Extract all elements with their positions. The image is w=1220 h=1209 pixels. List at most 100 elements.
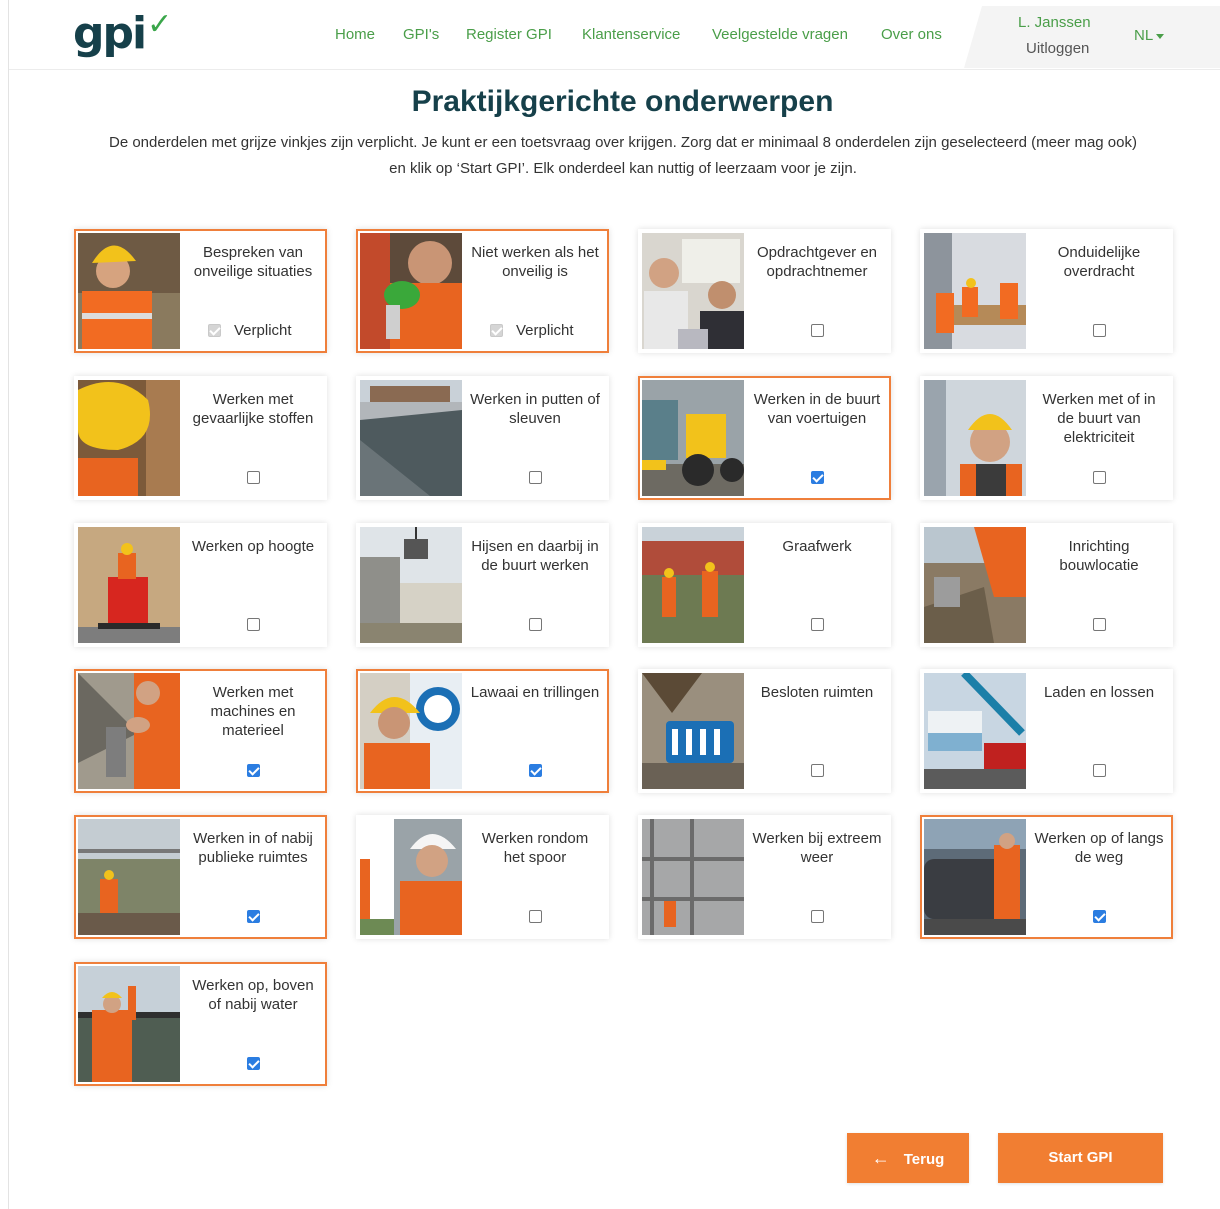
topic-card[interactable]: Werken in de buurt van voertuigen (638, 376, 891, 500)
nav-klantenservice[interactable]: Klantenservice (582, 26, 680, 43)
topic-label: Onduidelijke overdracht (1057, 244, 1141, 280)
back-button[interactable]: ← Terug (847, 1133, 969, 1183)
topic-checkbox[interactable] (811, 471, 824, 484)
arrow-left-icon: ← (871, 1148, 890, 1168)
topic-label: Werken rondom het spoor (481, 830, 589, 866)
topic-card[interactable]: Werken met machines en materieel (74, 669, 327, 793)
topic-photo (360, 527, 462, 643)
topic-photo (78, 233, 180, 349)
chevron-down-icon (1156, 33, 1165, 39)
topic-photo (642, 527, 744, 643)
required-checkbox (208, 324, 221, 337)
topic-photo (360, 233, 462, 349)
topic-checkbox[interactable] (1093, 618, 1106, 631)
topic-card[interactable]: Werken met of in de buurt van elektricit… (920, 376, 1173, 500)
topic-card[interactable]: Inrichting bouwlocatie (920, 523, 1173, 647)
topic-label: Werken op hoogte (191, 538, 315, 555)
topic-checkbox[interactable] (529, 618, 542, 631)
topic-card[interactable]: Werken op hoogte (74, 523, 327, 647)
topic-card[interactable]: Graafwerk (638, 523, 891, 647)
topic-checkbox[interactable] (1093, 910, 1106, 923)
topic-photo (924, 819, 1026, 935)
topic-card[interactable]: Werken op, boven of nabij water (74, 962, 327, 1086)
start-gpi-button[interactable]: Start GPI (998, 1133, 1163, 1183)
topic-label: Werken met machines en materieel (210, 684, 296, 739)
topic-label: Besloten ruimten (760, 684, 874, 701)
topic-checkbox[interactable] (811, 324, 824, 337)
topic-checkbox[interactable] (529, 764, 542, 777)
topic-card[interactable]: Besloten ruimten (638, 669, 891, 793)
logout-link[interactable]: Uitloggen (1026, 40, 1089, 57)
required-checkbox (490, 324, 503, 337)
topic-photo (360, 819, 462, 935)
topic-checkbox[interactable] (529, 910, 542, 923)
user-panel: L. Janssen Uitloggen NL (964, 6, 1220, 68)
topic-photo (360, 673, 462, 789)
topic-card[interactable]: Niet werken als het onveilig is Verplich… (356, 229, 609, 353)
topic-label: Werken met of in de buurt van elektricit… (1042, 391, 1156, 446)
topic-label: Opdrachtgever en opdrachtnemer (756, 244, 878, 280)
topic-checkbox[interactable] (1093, 471, 1106, 484)
nav-home[interactable]: Home (335, 26, 375, 43)
topic-checkbox[interactable] (247, 1057, 260, 1070)
page-title: Praktijkgerichte onderwerpen (411, 85, 834, 118)
nav-gpis[interactable]: GPI's (403, 26, 439, 43)
language-dropdown[interactable]: NL (1134, 27, 1165, 44)
topic-card[interactable]: Werken bij extreem weer (638, 815, 891, 939)
topic-card[interactable]: Werken in of nabij publieke ruimtes (74, 815, 327, 939)
topic-checkbox[interactable] (1093, 324, 1106, 337)
topic-checkbox[interactable] (247, 910, 260, 923)
topic-card[interactable]: Werken in putten of sleuven (356, 376, 609, 500)
topic-label: Werken op, boven of nabij water (192, 977, 314, 1013)
topic-checkbox[interactable] (247, 471, 260, 484)
topic-label: Werken met gevaarlijke stoffen (192, 391, 314, 427)
topic-label: Bespreken van onveilige situaties (193, 244, 313, 280)
topic-card[interactable]: Onduidelijke overdracht (920, 229, 1173, 353)
topic-card[interactable]: Werken met gevaarlijke stoffen (74, 376, 327, 500)
topic-card[interactable]: Lawaai en trillingen (356, 669, 609, 793)
topic-label: Niet werken als het onveilig is (471, 244, 599, 280)
nav-register-gpi[interactable]: Register GPI (466, 26, 552, 43)
gpi-logo[interactable]: gpi✓ (73, 6, 172, 67)
topic-label: Werken in of nabij publieke ruimtes (193, 830, 313, 866)
site-header: gpi✓ Home GPI's Register GPI Klantenserv… (9, 0, 1220, 70)
topic-label: Hijsen en daarbij in de buurt werken (471, 538, 599, 574)
topic-checkbox[interactable] (247, 764, 260, 777)
logo-check-icon: ✓ (147, 7, 172, 42)
topic-checkbox[interactable] (529, 471, 542, 484)
required-label: Verplicht (234, 322, 292, 339)
start-gpi-label: Start GPI (1048, 1149, 1113, 1166)
topic-label: Werken bij extreem weer (752, 830, 882, 866)
back-button-label: Terug (903, 1151, 945, 1168)
nav-over-ons[interactable]: Over ons (881, 26, 942, 43)
topic-card[interactable]: Bespreken van onveilige situaties Verpli… (74, 229, 327, 353)
topic-photo (924, 380, 1026, 496)
topic-card[interactable]: Hijsen en daarbij in de buurt werken (356, 523, 609, 647)
topic-checkbox[interactable] (811, 910, 824, 923)
topic-label: Werken in de buurt van voertuigen (753, 391, 881, 427)
topic-photo (78, 966, 180, 1082)
topic-photo (78, 673, 180, 789)
topic-card[interactable]: Werken rondom het spoor (356, 815, 609, 939)
topic-checkbox[interactable] (247, 618, 260, 631)
topic-card[interactable]: Laden en lossen (920, 669, 1173, 793)
topic-checkbox[interactable] (811, 618, 824, 631)
topic-checkbox[interactable] (811, 764, 824, 777)
topic-photo (924, 673, 1026, 789)
user-name[interactable]: L. Janssen (1018, 14, 1091, 31)
topic-card[interactable]: Werken op of langs de weg (920, 815, 1173, 939)
intro-line-2: en klik op ‘Start GPI’. Elk onderdeel ka… (389, 160, 857, 177)
topic-label: Inrichting bouwlocatie (1059, 538, 1139, 574)
topic-photo (78, 527, 180, 643)
topic-label: Laden en lossen (1043, 684, 1155, 701)
topic-card[interactable]: Opdrachtgever en opdrachtnemer (638, 229, 891, 353)
topic-photo (924, 233, 1026, 349)
topic-photo (78, 380, 180, 496)
topic-photo (642, 819, 744, 935)
topic-photo (642, 673, 744, 789)
language-label: NL (1134, 27, 1154, 44)
topic-checkbox[interactable] (1093, 764, 1106, 777)
topic-photo (360, 380, 462, 496)
logo-text: gpi (73, 8, 147, 59)
nav-veelgestelde-vragen[interactable]: Veelgestelde vragen (712, 26, 848, 43)
